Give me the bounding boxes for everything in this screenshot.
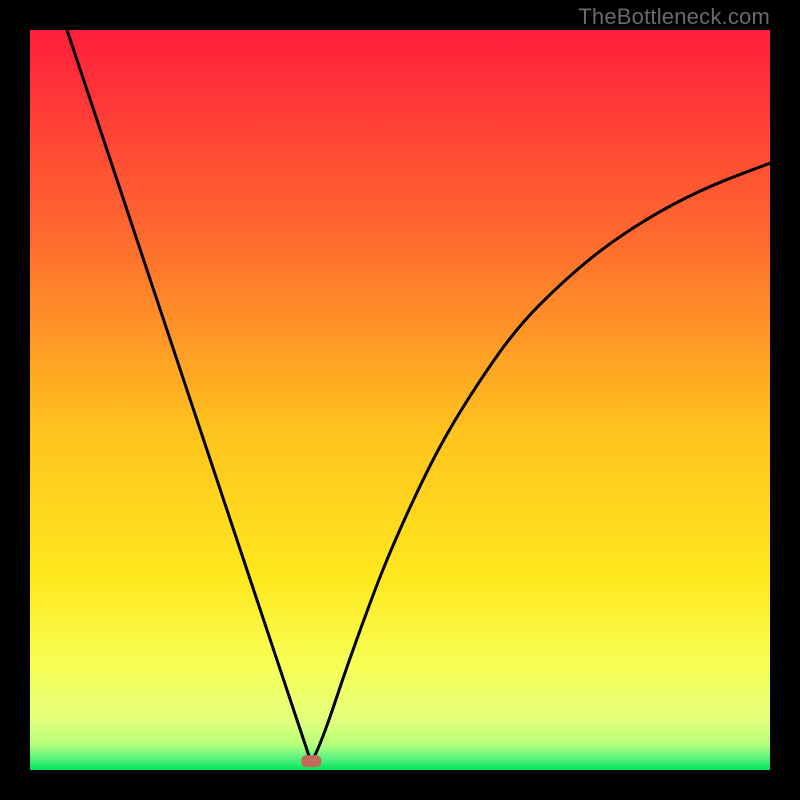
plot-area	[30, 30, 770, 770]
gradient-background	[30, 30, 770, 770]
chart-frame: TheBottleneck.com	[0, 0, 800, 800]
optimum-marker	[301, 755, 321, 767]
chart-svg	[30, 30, 770, 770]
watermark-text: TheBottleneck.com	[578, 4, 770, 30]
